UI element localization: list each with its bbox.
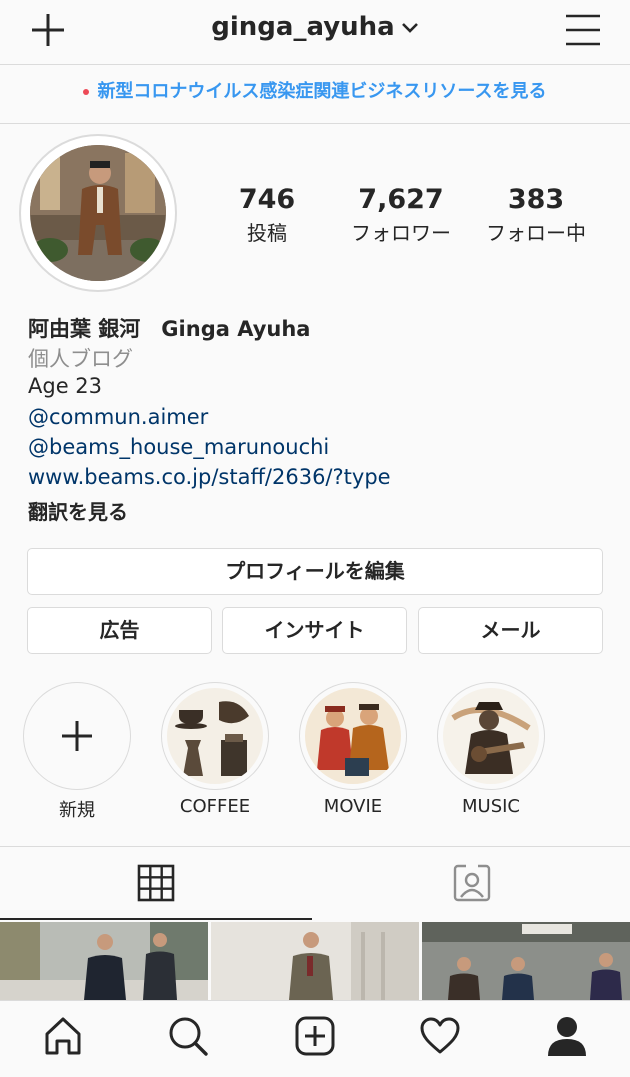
- profile-icon[interactable]: [545, 1014, 589, 1058]
- see-translation-link[interactable]: 翻訳を見る: [28, 496, 128, 525]
- highlight-label-new: 新規: [59, 800, 95, 821]
- profile-name: 阿由葉 銀河 Ginga Ayuha: [28, 317, 311, 341]
- email-button[interactable]: メール: [418, 607, 603, 654]
- new-post-icon[interactable]: [293, 1014, 337, 1058]
- following-count-label: フォロー中: [486, 221, 586, 245]
- username-title: ginga_ayuha: [211, 12, 395, 42]
- avatar-photo: [30, 145, 166, 281]
- music-highlight-image: [443, 688, 539, 784]
- highlight-coffee[interactable]: [161, 682, 269, 790]
- home-icon[interactable]: [41, 1014, 85, 1058]
- search-icon[interactable]: [166, 1014, 210, 1058]
- banner-text: 新型コロナウイルス感染症関連ビジネスリソースを見る: [97, 81, 547, 102]
- covid-resources-banner[interactable]: 新型コロナウイルス感染症関連ビジネスリソースを見る: [0, 65, 630, 124]
- bio-mention-link[interactable]: @beams_house_marunouchi: [28, 435, 329, 459]
- followers-count-value: 7,627: [358, 184, 444, 215]
- coffee-highlight-image: [167, 688, 263, 784]
- bio-website-link[interactable]: www.beams.co.jp/staff/2636/?type: [28, 465, 391, 489]
- following-count-value: 383: [507, 184, 565, 215]
- edit-profile-button[interactable]: プロフィールを編集: [27, 548, 603, 595]
- highlight-label-music: MUSIC: [461, 796, 520, 817]
- ads-button[interactable]: 広告: [27, 607, 212, 654]
- tagged-person-icon[interactable]: [452, 863, 492, 903]
- highlight-label-coffee: COFFEE: [179, 796, 251, 817]
- profile-avatar[interactable]: [19, 134, 177, 292]
- following-count[interactable]: 383 フォロー中: [478, 184, 594, 246]
- post-thumbnail[interactable]: [0, 922, 208, 1000]
- top-header: ginga_ayuha: [0, 0, 630, 65]
- profile-category: 個人ブログ: [28, 347, 133, 371]
- profile-tabs: [0, 846, 630, 921]
- insights-button[interactable]: インサイト: [222, 607, 407, 654]
- highlight-movie[interactable]: [299, 682, 407, 790]
- new-highlight-button[interactable]: [23, 682, 131, 790]
- movie-highlight-image: [305, 688, 401, 784]
- followers-count[interactable]: 7,627 フォロワー: [342, 184, 460, 246]
- followers-count-label: フォロワー: [351, 221, 451, 245]
- active-tab-indicator: [0, 918, 312, 920]
- plus-icon: [62, 721, 92, 751]
- posts-count[interactable]: 746 投稿: [225, 184, 309, 246]
- hamburger-menu-icon[interactable]: [563, 10, 603, 50]
- chevron-down-icon: [401, 22, 418, 33]
- post-thumbnail[interactable]: [422, 922, 630, 1000]
- bio-text: Age 23: [28, 374, 103, 398]
- posts-count-label: 投稿: [247, 221, 287, 245]
- activity-heart-icon[interactable]: [418, 1014, 462, 1058]
- highlight-label-movie: MOVIE: [323, 796, 383, 817]
- bio-mention-link[interactable]: @commun.aimer: [28, 405, 208, 429]
- grid-icon[interactable]: [137, 864, 175, 902]
- post-thumbnail[interactable]: [211, 922, 419, 1000]
- notification-dot: [83, 89, 90, 95]
- highlight-music[interactable]: [437, 682, 545, 790]
- posts-count-value: 746: [238, 184, 296, 215]
- account-switcher[interactable]: ginga_ayuha: [0, 12, 630, 42]
